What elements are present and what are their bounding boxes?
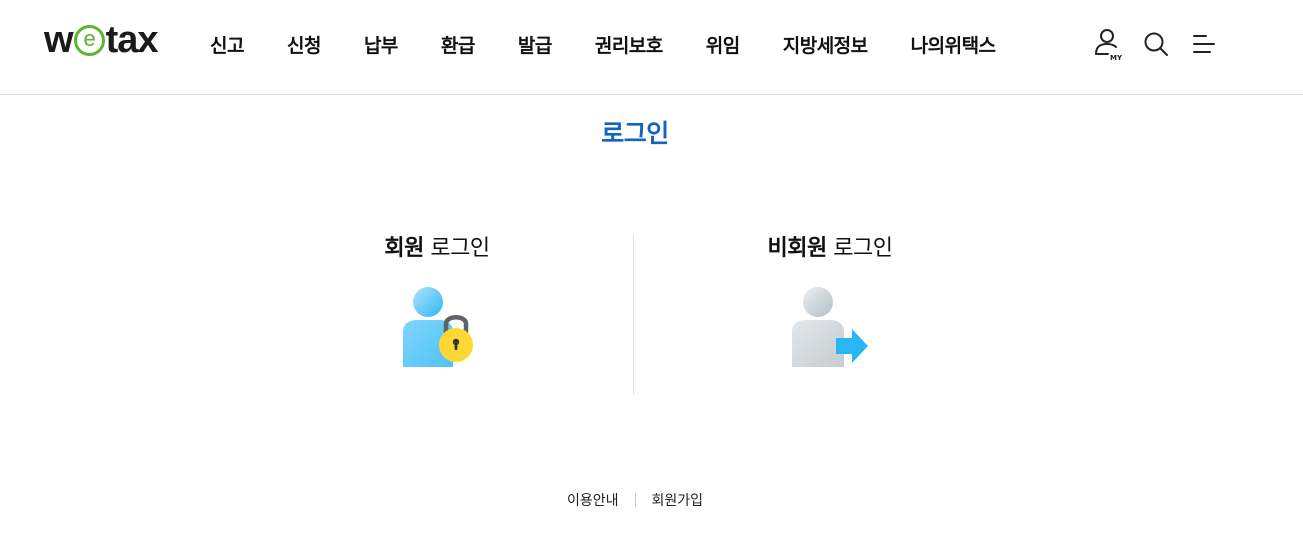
nav-item-report[interactable]: 신고 [210,31,244,58]
member-login-title-bold: 회원 [384,236,424,261]
site-header: w e tax 신고 신청 납부 환급 발급 권리보호 위임 지방세정보 나의위… [0,0,1303,95]
logo-tax: tax [105,19,159,61]
member-login-button[interactable]: 회원 로그인 [312,230,562,380]
search-button[interactable] [1140,26,1172,62]
guest-login-title-rest: 로그인 [833,236,893,261]
main-nav: 신고 신청 납부 환급 발급 권리보호 위임 지방세정보 나의위택스 [210,30,996,58]
footer-divider [634,493,636,507]
menu-button[interactable] [1188,26,1220,62]
my-badge: MY [1110,54,1123,62]
footer-link-signup[interactable]: 회원가입 [652,490,704,510]
user-arrow-icon [792,287,868,367]
nav-item-issue[interactable]: 발급 [518,31,552,58]
logo-e-circle: e [73,24,105,56]
nav-item-delegation[interactable]: 위임 [706,31,740,58]
page-title: 로그인 [601,119,669,148]
nav-item-my-wetax[interactable]: 나의위택스 [911,31,996,58]
nav-item-apply[interactable]: 신청 [287,31,321,58]
footer-link-guide[interactable]: 이용안내 [567,490,619,510]
nav-item-local-tax-info[interactable]: 지방세정보 [783,31,868,58]
logo-w: w [44,19,74,61]
guest-login-title-bold: 비회원 [767,236,828,261]
my-page-button[interactable]: MY [1092,26,1124,62]
wetax-logo[interactable]: w e tax [44,19,159,61]
footer-links: 이용안내 회원가입 [0,490,1270,510]
guest-login-button[interactable]: 비회원 로그인 [700,230,960,380]
nav-item-refund[interactable]: 환급 [441,31,475,58]
member-login-title: 회원 로그인 [312,230,562,262]
logo-e: e [83,25,95,51]
guest-login-title: 비회원 로그인 [700,230,960,262]
panel-divider [633,235,634,395]
search-icon [1144,32,1168,56]
user-lock-icon [403,287,473,367]
logo-wordmark: w e tax [44,19,159,61]
member-login-title-rest: 로그인 [430,236,490,261]
nav-item-rights[interactable]: 권리보호 [595,31,663,58]
nav-item-payment[interactable]: 납부 [364,31,398,58]
user-icon: MY [1095,29,1123,62]
menu-icon [1193,35,1215,53]
header-icons: MY [1092,26,1220,62]
